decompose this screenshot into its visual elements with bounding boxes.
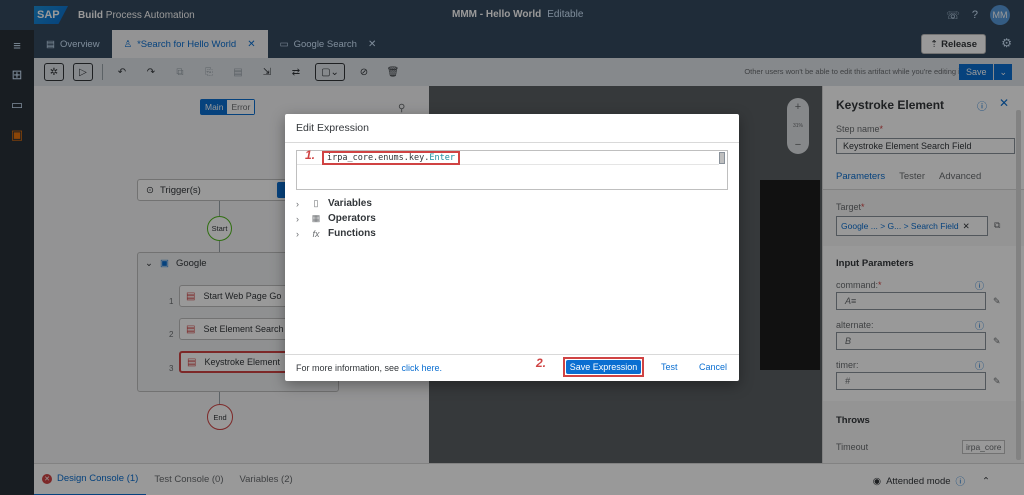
cancel-button[interactable]: Cancel (699, 362, 727, 372)
chevron-right-icon[interactable]: › (296, 199, 304, 209)
divider (285, 354, 739, 355)
variable-icon: ▯ (313, 198, 319, 208)
tree-label: Functions (328, 228, 376, 239)
tree-label: Operators (328, 213, 376, 224)
edit-expression-dialog: Edit Expression 1. irpa_core.enums.key. E… (285, 114, 739, 381)
code-prefix: irpa_core.enums.key. (327, 153, 430, 163)
annotation-marker: 2. (536, 356, 547, 370)
divider (285, 142, 739, 143)
tree-label: Variables (328, 198, 372, 209)
expression-code[interactable]: irpa_core.enums.key. Enter (322, 151, 460, 165)
chevron-right-icon[interactable]: › (296, 229, 304, 239)
tree-item-functions[interactable]: › fx Functions (296, 226, 376, 241)
footer-info: For more information, see click here. (296, 363, 442, 373)
chevron-right-icon[interactable]: › (296, 214, 304, 224)
calculator-icon: ▦ (311, 213, 321, 223)
editor-scrollbar[interactable] (719, 152, 725, 164)
code-keyword: Enter (429, 153, 455, 163)
tree-item-variables[interactable]: › ▯ Variables (296, 196, 376, 211)
dialog-title: Edit Expression (296, 122, 369, 134)
function-icon: fx (312, 228, 320, 239)
annotation-marker: 1. (305, 148, 316, 162)
help-link[interactable]: click here. (402, 363, 443, 373)
expression-tree: › ▯ Variables › ▦ Operators › fx Functio… (296, 196, 376, 241)
test-button[interactable]: Test (661, 362, 678, 372)
tree-item-operators[interactable]: › ▦ Operators (296, 211, 376, 226)
save-expression-button[interactable]: Save Expression (563, 357, 644, 377)
footer-text: For more information, see (296, 363, 402, 373)
save-expression-label[interactable]: Save Expression (566, 360, 641, 374)
